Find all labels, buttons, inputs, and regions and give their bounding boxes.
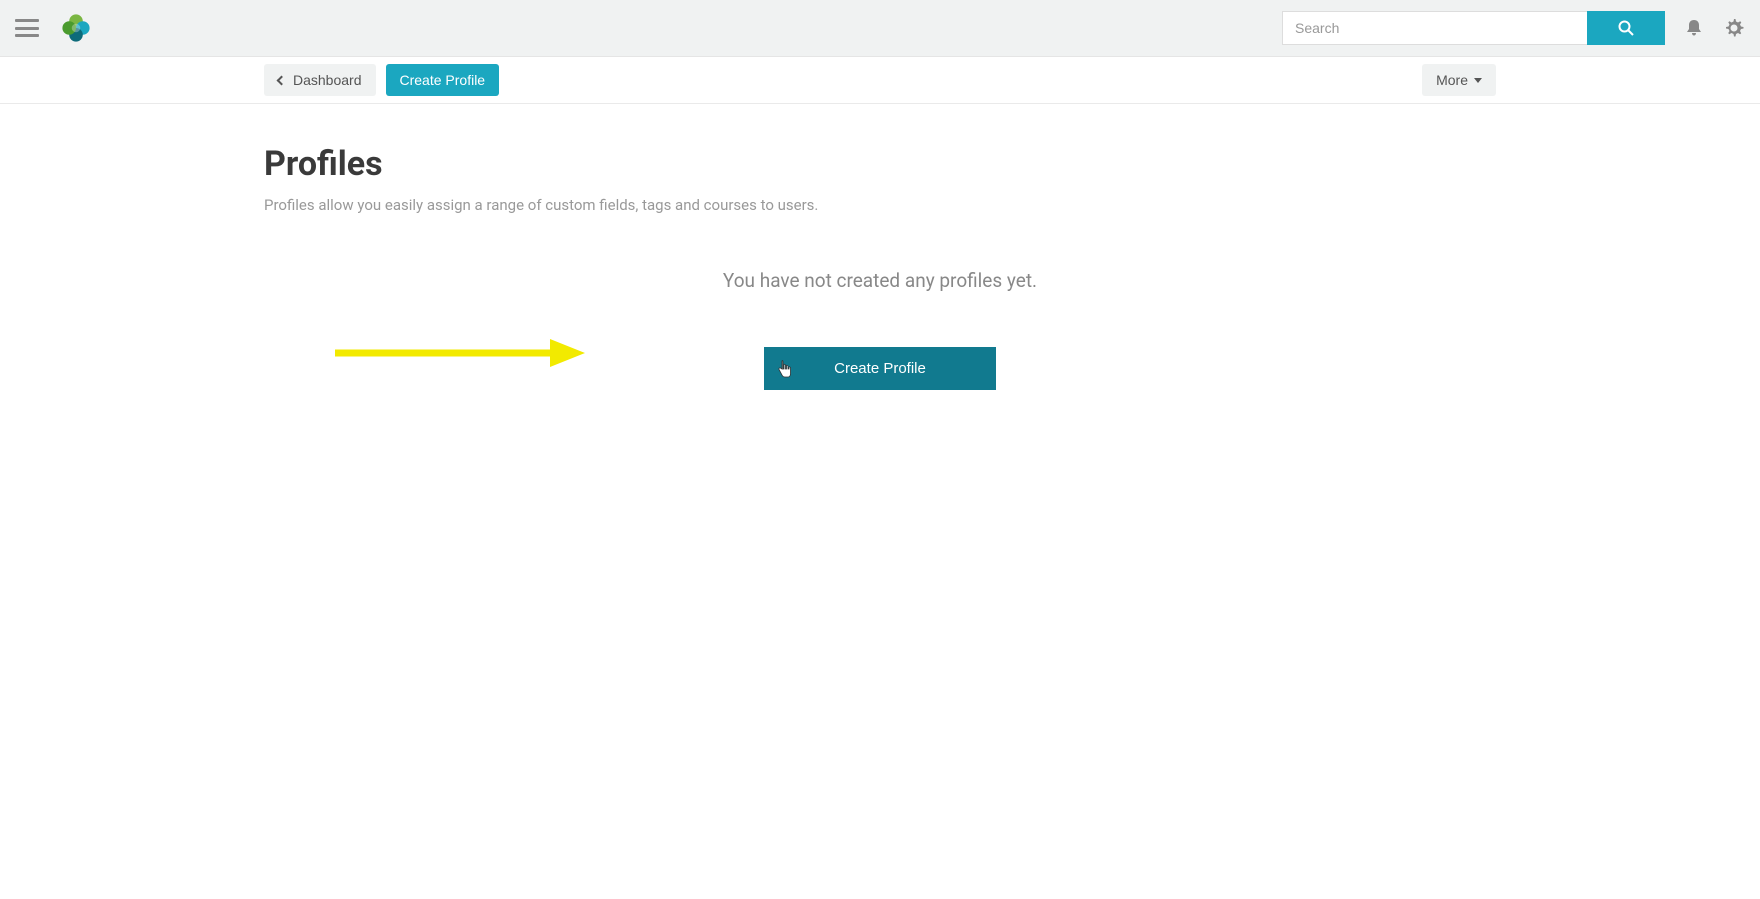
notifications-icon[interactable]: [1683, 17, 1705, 39]
create-profile-tab[interactable]: Create Profile: [386, 64, 500, 96]
search-button[interactable]: [1587, 11, 1665, 45]
empty-state: You have not created any profiles yet. C…: [264, 269, 1496, 390]
back-dashboard-button[interactable]: Dashboard: [264, 64, 376, 96]
create-profile-button[interactable]: Create Profile: [764, 347, 996, 390]
more-label: More: [1436, 72, 1468, 88]
search-icon: [1618, 20, 1634, 36]
chevron-left-icon: [277, 75, 287, 85]
main-content: Profiles Profiles allow you easily assig…: [0, 104, 1760, 430]
more-button[interactable]: More: [1422, 64, 1496, 96]
page-title: Profiles: [264, 144, 1496, 184]
empty-state-text: You have not created any profiles yet.: [264, 269, 1496, 292]
menu-icon[interactable]: [15, 19, 39, 37]
subbar: Dashboard Create Profile More: [0, 57, 1760, 104]
search-group: [1282, 11, 1665, 45]
topbar: [0, 0, 1760, 57]
search-input[interactable]: [1282, 11, 1587, 45]
back-label: Dashboard: [293, 72, 362, 88]
app-logo[interactable]: [59, 11, 93, 45]
create-profile-tab-label: Create Profile: [400, 72, 486, 88]
page-subtitle: Profiles allow you easily assign a range…: [264, 196, 1496, 214]
settings-icon[interactable]: [1723, 17, 1745, 39]
caret-down-icon: [1474, 78, 1482, 83]
create-profile-button-label: Create Profile: [834, 360, 926, 377]
